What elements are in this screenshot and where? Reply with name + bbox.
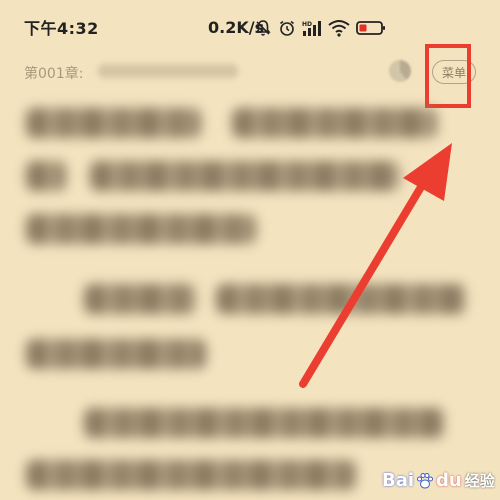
paw-icon <box>417 472 434 488</box>
watermark-text-jingyan: 经验 <box>464 472 495 490</box>
baidu-jingyan-watermark: Bai du 经验 <box>382 470 495 491</box>
annotation-arrow <box>299 143 452 388</box>
watermark-text-du: du <box>436 470 462 491</box>
watermark-text-bai: Bai <box>382 470 415 491</box>
